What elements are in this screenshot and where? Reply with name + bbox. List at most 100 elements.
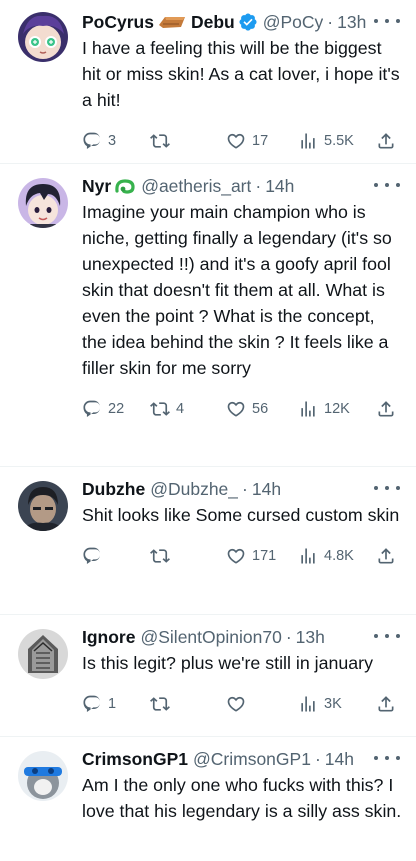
coffin-emoji-icon: [157, 14, 187, 30]
like-icon: [226, 131, 246, 151]
retweet-button[interactable]: [150, 131, 226, 151]
snake-emoji-icon: [114, 177, 136, 195]
timestamp[interactable]: 13h: [296, 627, 325, 648]
tweet-header: Ignore @SilentOpinion70 · 13h: [82, 625, 402, 649]
reply-button[interactable]: 1: [82, 694, 150, 714]
display-name[interactable]: Nyr: [82, 176, 111, 197]
reply-icon: [82, 399, 102, 419]
retweet-button[interactable]: 4: [150, 399, 226, 419]
timestamp[interactable]: 14h: [252, 479, 281, 500]
reply-button[interactable]: 3: [82, 131, 150, 151]
retweet-icon: [150, 399, 170, 419]
reply-icon: [82, 546, 102, 566]
share-button[interactable]: [376, 694, 396, 714]
reply-icon: [82, 131, 102, 151]
separator-dot: ·: [327, 11, 334, 32]
like-button[interactable]: 171: [226, 546, 298, 566]
tweet-text: Shit looks like Some cursed custom skin: [82, 505, 400, 525]
separator-dot: ·: [314, 748, 321, 769]
like-button[interactable]: 17: [226, 131, 298, 151]
like-icon: [226, 694, 246, 714]
share-icon: [376, 399, 396, 419]
avatar[interactable]: [18, 178, 68, 228]
like-count: 56: [252, 401, 269, 417]
views-icon: [298, 131, 318, 151]
share-button[interactable]: [376, 399, 396, 419]
tweet-feed: PoCyrus Debu @PoCy · 13h I have a feelin…: [0, 0, 416, 861]
like-count: 171: [252, 548, 277, 564]
reply-button[interactable]: [82, 546, 150, 566]
display-name[interactable]: CrimsonGP1: [82, 749, 188, 770]
user-handle[interactable]: @PoCy: [263, 12, 324, 33]
timestamp[interactable]: 13h: [337, 12, 366, 33]
share-icon: [376, 131, 396, 151]
avatar[interactable]: [18, 629, 68, 679]
verified-badge-icon: [238, 12, 258, 32]
views-count: 4.8K: [324, 548, 354, 564]
share-icon: [376, 694, 396, 714]
separator-dot: ·: [285, 626, 292, 647]
user-handle[interactable]: @aetheris_art: [141, 176, 251, 197]
retweet-button[interactable]: [150, 694, 226, 714]
timestamp[interactable]: 14h: [325, 749, 354, 770]
tweet-actions: 171 4.8K: [82, 534, 402, 578]
display-name[interactable]: Dubzhe: [82, 479, 145, 500]
reply-icon: [82, 694, 102, 714]
share-button[interactable]: [376, 131, 396, 151]
more-icon[interactable]: [374, 627, 400, 645]
views-button[interactable]: 3K: [298, 694, 376, 714]
more-icon[interactable]: [374, 749, 400, 767]
reply-count: 1: [108, 696, 117, 712]
tweet-header: Dubzhe @Dubzhe_ · 14h: [82, 477, 402, 501]
tweet[interactable]: PoCyrus Debu @PoCy · 13h I have a feelin…: [0, 0, 416, 164]
views-count: 3K: [324, 696, 342, 712]
retweet-count: 4: [176, 401, 185, 417]
share-button[interactable]: [376, 546, 396, 566]
tweet[interactable]: Ignore @SilentOpinion70 · 13h Is this le…: [0, 615, 416, 737]
display-name[interactable]: PoCyrus: [82, 12, 154, 33]
tweet-actions: 3 17 5.5K: [82, 119, 402, 163]
views-icon: [298, 546, 318, 566]
tweet[interactable]: CrimsonGP1 @CrimsonGP1 · 14h Am I the on…: [0, 737, 416, 861]
tweet-actions: 22 4 56 12K: [82, 387, 402, 431]
display-name-suffix[interactable]: Debu: [191, 12, 235, 33]
like-button[interactable]: 56: [226, 399, 298, 419]
retweet-icon: [150, 131, 170, 151]
retweet-button[interactable]: [150, 546, 226, 566]
views-button[interactable]: 4.8K: [298, 546, 376, 566]
separator-dot: ·: [242, 478, 248, 499]
tweet-actions: 1 3K: [82, 682, 402, 726]
more-icon[interactable]: [374, 12, 400, 30]
views-icon: [298, 399, 318, 419]
reply-button[interactable]: 22: [82, 399, 150, 419]
reply-count: 3: [108, 133, 117, 149]
retweet-icon: [150, 694, 170, 714]
display-name[interactable]: Ignore: [82, 627, 135, 648]
views-button[interactable]: 12K: [298, 399, 376, 419]
views-count: 12K: [324, 401, 350, 417]
tweet-text: Imagine your main champion who is niche,…: [82, 202, 392, 378]
tweet[interactable]: Nyr @aetheris_art · 14h Imagine your mai…: [0, 164, 416, 467]
more-icon[interactable]: [374, 176, 400, 194]
avatar[interactable]: [18, 751, 68, 801]
user-handle[interactable]: @Dubzhe_: [150, 479, 238, 500]
user-handle[interactable]: @CrimsonGP1: [193, 749, 311, 770]
tweet-header: Nyr @aetheris_art · 14h: [82, 174, 402, 198]
tweet-text: I have a feeling this will be the bigges…: [82, 38, 400, 110]
separator-dot: ·: [255, 175, 262, 196]
tweet[interactable]: Dubzhe @Dubzhe_ · 14h Shit looks like So…: [0, 467, 416, 615]
avatar[interactable]: [18, 12, 68, 62]
tweet-header: CrimsonGP1 @CrimsonGP1 · 14h: [82, 747, 402, 771]
timestamp[interactable]: 14h: [265, 176, 294, 197]
tweet-text: Am I the only one who fucks with this? I…: [82, 775, 402, 821]
tweet-text: Is this legit? plus we're still in janua…: [82, 653, 373, 673]
user-handle[interactable]: @SilentOpinion70: [140, 627, 281, 648]
tweet-header: PoCyrus Debu @PoCy · 13h: [82, 10, 402, 34]
views-button[interactable]: 5.5K: [298, 131, 376, 151]
like-icon: [226, 399, 246, 419]
views-count: 5.5K: [324, 133, 354, 149]
like-button[interactable]: [226, 694, 298, 714]
like-count: 17: [252, 133, 269, 149]
avatar[interactable]: [18, 481, 68, 531]
more-icon[interactable]: [374, 479, 400, 497]
